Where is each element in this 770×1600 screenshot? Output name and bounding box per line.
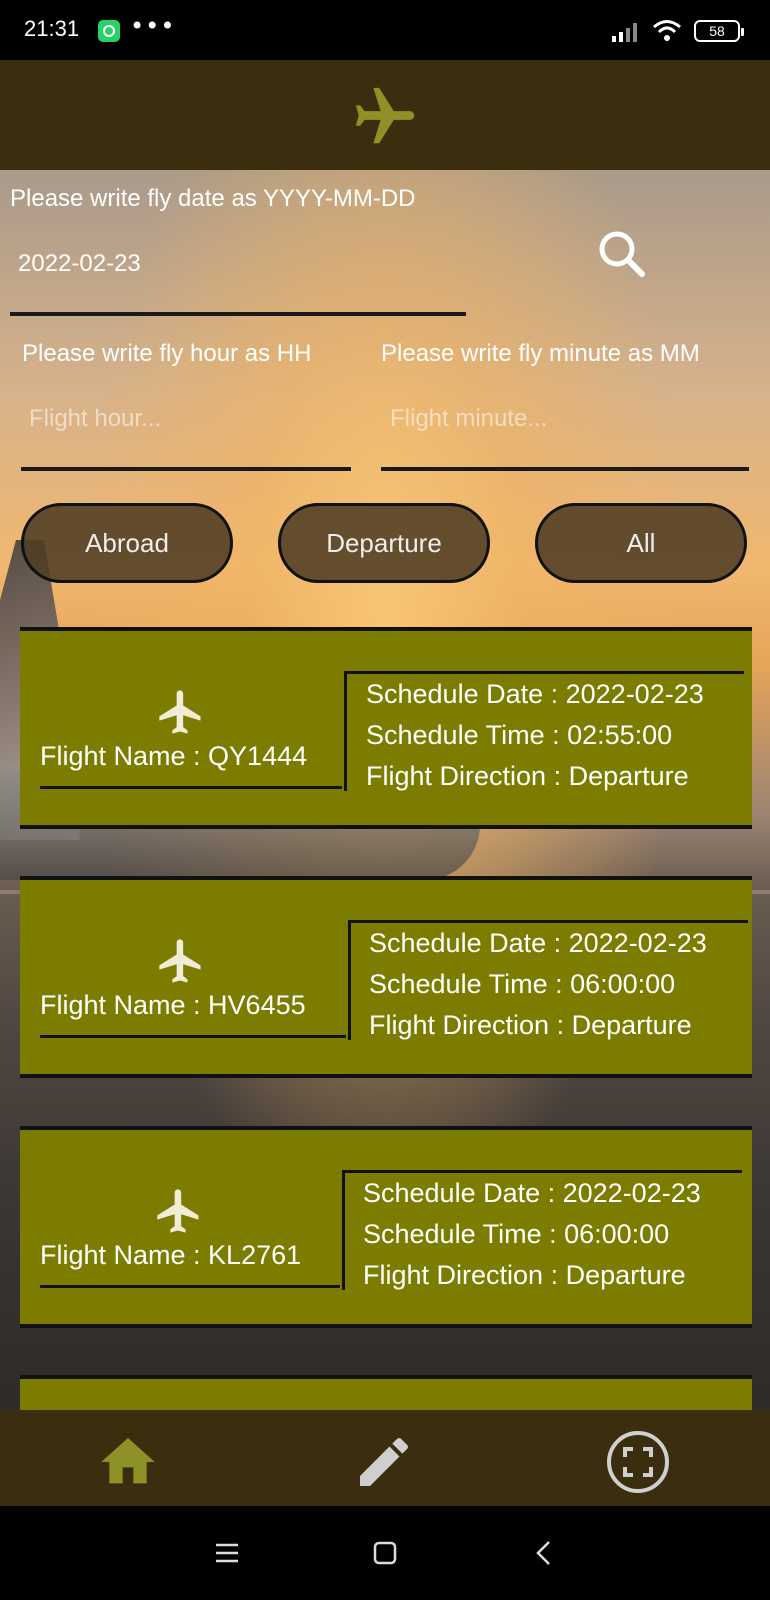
minute-input[interactable]: Flight minute... [390, 405, 547, 433]
signal-icon [612, 23, 637, 42]
wifi-icon [653, 20, 681, 41]
status-time: 21:31 [24, 16, 80, 41]
flight-direction: Flight Direction : Departure [363, 1260, 686, 1290]
flight-name-underline [40, 1035, 346, 1038]
flight-card[interactable]: Flight Name : QY1444 Schedule Date : 202… [20, 627, 752, 829]
battery-icon: 58 [694, 20, 744, 42]
pencil-icon[interactable] [352, 1430, 416, 1494]
airplane-icon [355, 87, 415, 144]
flight-name-underline [40, 786, 342, 789]
airplane-icon [157, 1189, 199, 1233]
back-icon[interactable] [530, 1538, 560, 1568]
home-icon[interactable] [96, 1430, 160, 1494]
status-dots: ••• [130, 12, 176, 40]
flight-details: Schedule Date : 2022-02-23 Schedule Time… [363, 1173, 701, 1296]
airplane-icon [159, 939, 201, 983]
menu-icon[interactable] [212, 1538, 242, 1568]
square-icon[interactable] [370, 1538, 400, 1568]
flight-direction: Flight Direction : Departure [366, 761, 689, 791]
filter-abroad-button[interactable]: Abroad [21, 503, 233, 583]
whatsapp-icon [98, 20, 120, 42]
filter-all-button[interactable]: All [535, 503, 747, 583]
date-input-underline [10, 312, 466, 316]
schedule-date: Schedule Date : 2022-02-23 [366, 679, 704, 709]
scan-icon[interactable] [606, 1430, 670, 1494]
schedule-time: Schedule Time : 02:55:00 [366, 720, 673, 750]
schedule-time: Schedule Time : 06:00:00 [369, 969, 676, 999]
minute-input-underline [381, 467, 749, 471]
flight-details: Schedule Date : 2022-02-23 Schedule Time… [369, 923, 707, 1046]
date-label: Please write fly date as YYYY-MM-DD [10, 185, 416, 212]
flight-name-underline [40, 1285, 340, 1288]
flight-card[interactable]: Flight Name : KL2761 Schedule Date : 202… [20, 1126, 752, 1328]
filter-departure-button[interactable]: Departure [278, 503, 490, 583]
schedule-date: Schedule Date : 2022-02-23 [369, 928, 707, 958]
schedule-time: Schedule Time : 06:00:00 [363, 1219, 670, 1249]
search-icon[interactable] [592, 224, 652, 284]
flight-name: Flight Name : QY1444 [40, 741, 308, 771]
minute-label: Please write fly minute as MM [381, 340, 700, 367]
flight-name: Flight Name : KL2761 [40, 1240, 302, 1270]
flight-card[interactable]: Flight Name : HV6455 Schedule Date : 202… [20, 876, 752, 1078]
airplane-icon [159, 690, 201, 734]
flight-name: Flight Name : HV6455 [40, 990, 306, 1020]
hour-label: Please write fly hour as HH [22, 340, 312, 367]
schedule-date: Schedule Date : 2022-02-23 [363, 1178, 701, 1208]
status-bar: 21:31 ••• 58 [0, 0, 770, 60]
flight-details: Schedule Date : 2022-02-23 Schedule Time… [366, 674, 704, 797]
hour-input-underline [21, 467, 351, 471]
flight-direction: Flight Direction : Departure [369, 1010, 692, 1040]
date-input[interactable]: 2022-02-23 [18, 250, 141, 278]
hour-input[interactable]: Flight hour... [29, 405, 161, 433]
